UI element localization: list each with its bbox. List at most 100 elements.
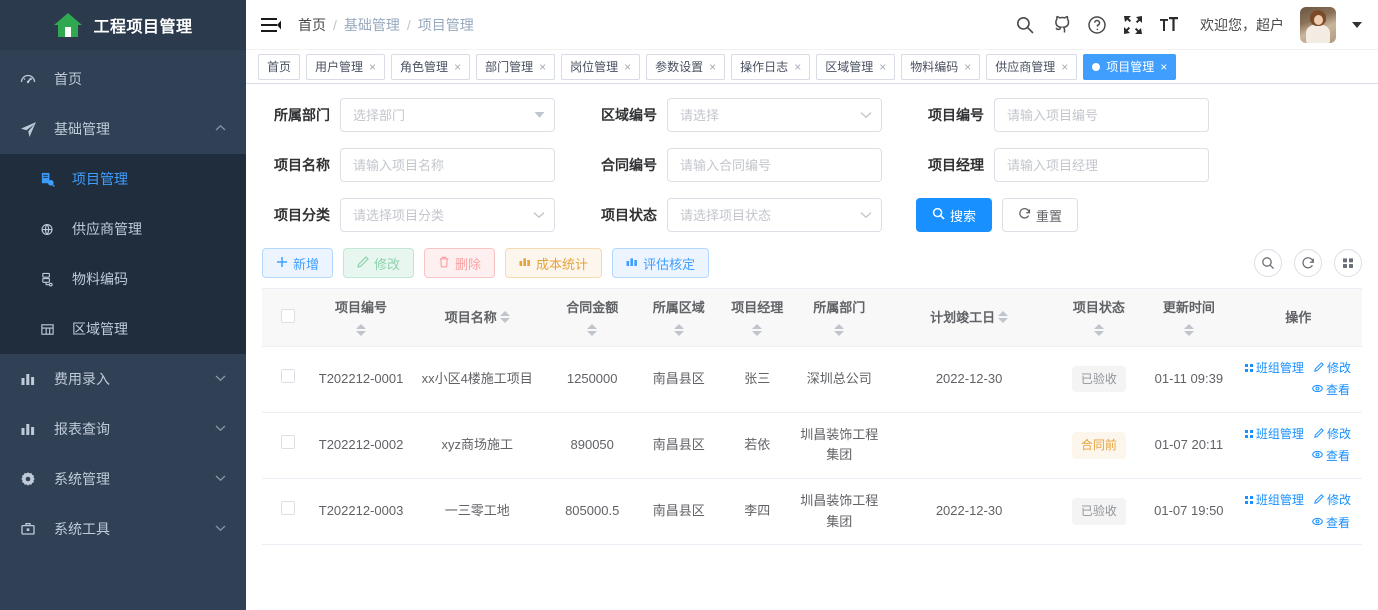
view-link[interactable]: 查看	[1312, 381, 1350, 400]
tag-label: 区域管理	[825, 60, 874, 74]
help-circle-icon[interactable]	[1086, 14, 1108, 36]
sidebar-item-area-management[interactable]: 区域管理	[0, 304, 246, 354]
tag-material-code[interactable]: 物料编码 ×	[901, 53, 981, 80]
tag-parameter-settings[interactable]: 参数设置 ×	[646, 53, 726, 80]
sidebar-logo[interactable]: 工程项目管理	[0, 0, 246, 50]
table-row[interactable]: T202212-0002 xyz商场施工 890050 南昌县区 若依 圳昌装饰…	[262, 412, 1362, 479]
edit-link[interactable]: 修改	[1314, 359, 1351, 378]
sidebar-item-system-tools[interactable]: 系统工具	[0, 504, 246, 554]
search-button[interactable]: 搜索	[916, 198, 993, 232]
sort-icon[interactable]	[1093, 323, 1104, 336]
row-checkbox[interactable]	[281, 435, 296, 450]
project-code-input[interactable]	[994, 98, 1209, 132]
tag-operation-log[interactable]: 操作日志 ×	[731, 53, 811, 80]
th-project-code[interactable]: 项目编号	[314, 288, 408, 347]
project-name-input[interactable]	[340, 148, 555, 182]
sidebar-item-system-management[interactable]: 系统管理	[0, 454, 246, 504]
th-project-name[interactable]: 项目名称	[407, 288, 547, 347]
sidebar-item-home[interactable]: 首页	[0, 54, 246, 104]
area-code-select[interactable]	[667, 98, 882, 132]
github-icon[interactable]	[1050, 14, 1072, 36]
close-icon[interactable]: ×	[624, 61, 631, 73]
sidebar-item-expense-entry[interactable]: 费用录入	[0, 354, 246, 404]
tag-home[interactable]: 首页	[258, 53, 301, 80]
avatar[interactable]	[1300, 6, 1336, 43]
row-checkbox[interactable]	[281, 501, 296, 516]
delete-button[interactable]: 删除	[424, 248, 496, 278]
sort-icon[interactable]	[499, 311, 510, 324]
edit-link[interactable]: 修改	[1314, 425, 1351, 444]
project-status-select[interactable]	[667, 198, 882, 232]
edit-button[interactable]: 修改	[343, 248, 415, 278]
op-label: 查看	[1325, 383, 1350, 398]
collapse-menu-icon[interactable]	[260, 14, 282, 36]
assessment-button[interactable]: 评估核定	[612, 248, 710, 278]
tag-project-management[interactable]: 项目管理 ×	[1083, 53, 1177, 80]
select-all-checkbox[interactable]	[281, 308, 296, 323]
view-link[interactable]: 查看	[1312, 514, 1350, 533]
close-icon[interactable]: ×	[794, 61, 801, 73]
close-icon[interactable]: ×	[369, 61, 376, 73]
cost-statistics-button[interactable]: 成本统计	[505, 248, 603, 278]
tag-user-management[interactable]: 用户管理 ×	[306, 53, 386, 80]
sort-icon[interactable]	[1183, 323, 1194, 336]
sort-icon[interactable]	[834, 323, 845, 336]
sidebar-item-material-code[interactable]: 物料编码	[0, 254, 246, 304]
project-manager-input[interactable]	[994, 148, 1209, 182]
tag-position-management[interactable]: 岗位管理 ×	[561, 53, 641, 80]
team-management-link[interactable]: 班组管理	[1245, 491, 1304, 510]
view-link[interactable]: 查看	[1312, 447, 1350, 466]
fullscreen-icon[interactable]	[1122, 14, 1144, 36]
sort-icon[interactable]	[356, 323, 367, 336]
columns-icon[interactable]	[1334, 249, 1362, 277]
chevron-down-icon[interactable]	[1352, 21, 1362, 28]
close-icon[interactable]: ×	[879, 61, 886, 73]
th-project-manager[interactable]: 项目经理	[719, 288, 795, 347]
th-project-status[interactable]: 项目状态	[1054, 288, 1144, 347]
tag-area-management[interactable]: 区域管理 ×	[816, 53, 896, 80]
reset-button[interactable]: 重置	[1002, 198, 1079, 232]
sort-icon[interactable]	[673, 323, 684, 336]
department-select[interactable]	[340, 98, 555, 132]
sort-icon[interactable]	[752, 323, 763, 336]
sidebar-item-project-management[interactable]: 项目管理	[0, 154, 246, 204]
row-checkbox[interactable]	[281, 369, 296, 384]
refresh-icon[interactable]	[1294, 249, 1322, 277]
close-icon[interactable]: ×	[1061, 61, 1068, 73]
add-button-label: 新增	[293, 256, 320, 272]
close-icon[interactable]: ×	[964, 61, 971, 73]
field-department	[340, 98, 555, 132]
search-icon[interactable]	[1254, 249, 1282, 277]
tag-supplier-management[interactable]: 供应商管理 ×	[986, 53, 1078, 80]
th-contract-amount[interactable]: 合同金额	[546, 288, 638, 347]
project-category-select[interactable]	[340, 198, 555, 232]
font-size-icon[interactable]	[1158, 14, 1180, 36]
close-icon[interactable]: ×	[709, 61, 716, 73]
sidebar-item-report-query[interactable]: 报表查询	[0, 404, 246, 454]
team-management-link[interactable]: 班组管理	[1245, 359, 1304, 378]
sort-icon[interactable]	[587, 323, 598, 336]
sidebar-item-basic-management[interactable]: 基础管理	[0, 104, 246, 154]
table-row[interactable]: T202212-0001 xx小区4楼施工项目 1250000 南昌县区 张三 …	[262, 346, 1362, 413]
table-row[interactable]: T202212-0003 一三零工地 805000.5 南昌县区 李四 圳昌装饰…	[262, 478, 1362, 546]
team-management-link[interactable]: 班组管理	[1245, 425, 1304, 444]
breadcrumb-item-basic-management[interactable]: 基础管理	[344, 15, 400, 35]
contract-code-input[interactable]	[667, 148, 882, 182]
bar-chart-icon	[20, 421, 44, 437]
tag-role-management[interactable]: 角色管理 ×	[391, 53, 471, 80]
close-icon[interactable]: ×	[454, 61, 461, 73]
close-icon[interactable]: ×	[1160, 61, 1167, 73]
search-icon[interactable]	[1014, 14, 1036, 36]
sidebar-item-supplier-management[interactable]: 供应商管理	[0, 204, 246, 254]
sort-icon[interactable]	[998, 311, 1009, 324]
tag-department-management[interactable]: 部门管理 ×	[476, 53, 556, 80]
th-department[interactable]: 所属部门	[794, 288, 884, 347]
th-updated-time[interactable]: 更新时间	[1143, 288, 1235, 347]
th-area[interactable]: 所属区域	[637, 288, 720, 347]
cell-area: 南昌县区	[637, 412, 720, 479]
close-icon[interactable]: ×	[539, 61, 546, 73]
th-planned-completion[interactable]: 计划竣工日	[883, 288, 1055, 347]
sidebar-logo-title: 工程项目管理	[93, 19, 193, 36]
add-button[interactable]: 新增	[262, 248, 334, 278]
edit-link[interactable]: 修改	[1314, 491, 1351, 510]
